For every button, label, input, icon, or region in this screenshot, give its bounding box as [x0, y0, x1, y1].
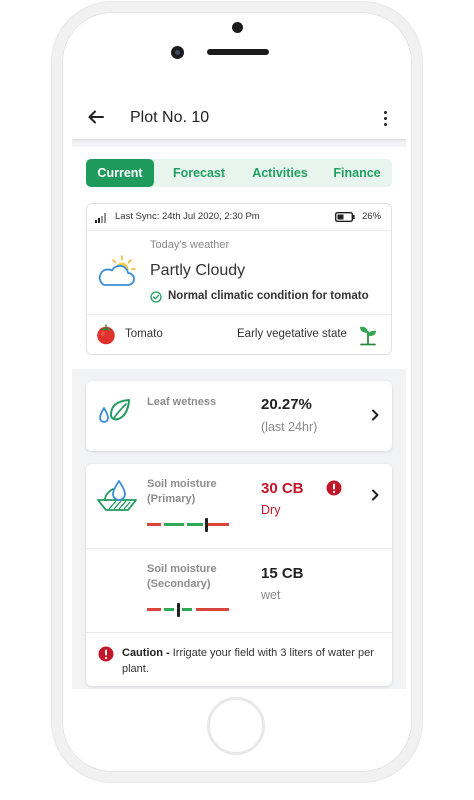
more-vert-icon[interactable] [382, 109, 388, 127]
crop-row: Tomato Early vegetative state [87, 314, 391, 355]
weather-heading: Today's weather [150, 239, 230, 251]
soil-secondary-gauge [147, 603, 229, 617]
soil-secondary-gauge-marker [177, 603, 180, 617]
warning-icon [98, 646, 114, 662]
tab-current[interactable]: Current [86, 159, 154, 187]
soil-secondary-status: wet [261, 588, 281, 602]
weather-condition: Partly Cloudy [150, 262, 246, 279]
app-screen: Plot No. 10 Current Forecast Activities … [72, 97, 406, 689]
earpiece-speaker [207, 49, 269, 55]
alert-icon [326, 480, 342, 496]
tomato-icon [97, 324, 115, 345]
caution-message: Caution - Irrigate your field with 3 lit… [122, 645, 382, 677]
chevron-right-icon[interactable] [371, 489, 379, 501]
soil-primary-value: 30 CB [261, 480, 304, 497]
climate-note: Normal climatic condition for tomato [168, 290, 369, 302]
soil-secondary-label-line1: Soil moisture [147, 563, 217, 575]
soil-moisture-card: Soil moisture (Primary) 30 CB Dry Soil m… [86, 464, 392, 686]
battery-icon [335, 212, 355, 222]
divider [86, 548, 392, 549]
soil-primary-status: Dry [261, 503, 281, 517]
soil-secondary-value: 15 CB [261, 565, 304, 582]
front-camera [232, 22, 243, 33]
battery-percent: 26% [362, 211, 382, 222]
weather-card: Last Sync: 24th Jul 2020, 2:30 Pm 26% To… [86, 203, 392, 355]
leaf-wetness-period: (last 24hr) [261, 420, 318, 434]
growth-stage: Early vegetative state [237, 328, 347, 340]
soil-primary-gauge [147, 518, 229, 532]
soil-secondary-label: Soil moisture (Secondary) [147, 562, 217, 592]
signal-icon [95, 213, 106, 223]
sprout-icon [360, 326, 376, 346]
check-circle-icon [150, 291, 162, 303]
back-arrow-icon[interactable] [86, 107, 106, 127]
leaf-wetness-icon [99, 399, 130, 423]
soil-moisture-icon [97, 480, 137, 511]
crop-name: Tomato [125, 328, 163, 340]
app-bar: Plot No. 10 [72, 97, 406, 139]
divider [86, 632, 392, 633]
tab-bar: Current Forecast Activities Finance [86, 159, 392, 187]
soil-primary-label: Soil moisture (Primary) [147, 477, 217, 507]
camera-lens [171, 46, 184, 59]
sync-status-bar: Last Sync: 24th Jul 2020, 2:30 Pm 26% [87, 204, 391, 231]
leaf-wetness-card[interactable]: Leaf wetness 20.27% (last 24hr) [86, 381, 392, 451]
tab-activities[interactable]: Activities [242, 159, 318, 187]
page-title: Plot No. 10 [130, 109, 210, 126]
leaf-wetness-value: 20.27% [261, 396, 312, 413]
chevron-right-icon[interactable] [371, 409, 379, 421]
overview-panel: Current Forecast Activities Finance Last… [72, 147, 406, 369]
soil-primary-gauge-marker [205, 518, 208, 532]
caution-title: Caution - [122, 647, 170, 659]
soil-primary-label-line2: (Primary) [147, 493, 196, 505]
soil-secondary-label-line2: (Secondary) [147, 578, 211, 590]
partly-cloudy-icon [98, 255, 136, 286]
last-sync-text: Last Sync: 24th Jul 2020, 2:30 Pm [115, 211, 260, 222]
tab-forecast[interactable]: Forecast [160, 159, 238, 187]
soil-primary-label-line1: Soil moisture [147, 478, 217, 490]
home-button[interactable] [207, 697, 265, 755]
tab-finance[interactable]: Finance [322, 159, 392, 187]
leaf-wetness-label: Leaf wetness [147, 396, 217, 408]
